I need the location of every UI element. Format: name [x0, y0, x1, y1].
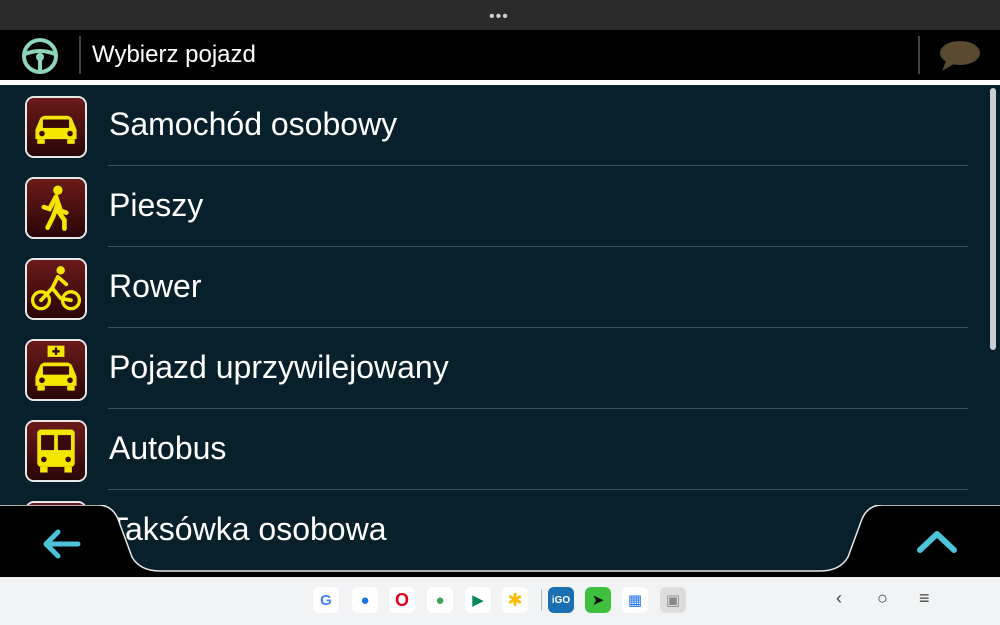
opera-app-icon[interactable]: O: [389, 587, 415, 613]
emergency-vehicle-icon: [25, 339, 87, 401]
android-taskbar: G ● O ● ▶ ✱ iGO ➤ ▦ ▣ ‹ ○ ≡: [0, 577, 1000, 625]
sygic-app-icon[interactable]: ➤: [585, 587, 611, 613]
play-store-app-icon[interactable]: ▶: [465, 587, 491, 613]
list-item-pedestrian[interactable]: Pieszy: [0, 166, 990, 247]
messages-app-icon[interactable]: ●: [352, 587, 378, 613]
back-arrow-icon[interactable]: [18, 520, 108, 568]
list-item-bus[interactable]: Autobus: [0, 409, 990, 490]
photos-app-icon[interactable]: ✱: [502, 587, 528, 613]
taskbar-divider: [541, 589, 542, 611]
header-divider: [918, 36, 920, 74]
system-status-bar: •••: [0, 0, 1000, 30]
nav-home-icon[interactable]: ○: [877, 588, 888, 609]
igo-app-icon[interactable]: iGO: [548, 587, 574, 613]
more-dots-icon[interactable]: •••: [489, 8, 509, 26]
list-item-emergency-vehicle[interactable]: Pojazd uprzywilejowany: [0, 328, 990, 409]
list-scrollbar[interactable]: [990, 88, 996, 350]
list-item-taxi[interactable]: Taksówka osobowa: [0, 490, 990, 571]
bicycle-icon: [25, 258, 87, 320]
vehicle-list: Samochód osobowy Pieszy Rower Pojazd upr…: [0, 85, 1000, 577]
list-item-bicycle[interactable]: Rower: [0, 247, 990, 328]
list-item-label: Rower: [109, 268, 202, 304]
speech-bubble-icon[interactable]: [936, 39, 982, 73]
page-title: Wybierz pojazd: [92, 41, 256, 68]
scroll-up-icon[interactable]: [900, 520, 980, 568]
list-item-label: Pieszy: [109, 187, 204, 223]
nav-recents-icon[interactable]: ≡: [919, 588, 930, 609]
list-item-label: Samochód osobowy: [109, 106, 398, 142]
nav-back-icon[interactable]: ‹: [836, 588, 842, 609]
files-app-icon[interactable]: ▦: [622, 587, 648, 613]
bus-icon: [25, 420, 87, 482]
steering-wheel-icon[interactable]: [20, 36, 60, 76]
app-header: Wybierz pojazd: [0, 30, 1000, 80]
header-divider: [79, 36, 81, 74]
list-item-label: Autobus: [109, 430, 227, 466]
app-drawer-icon[interactable]: ▣: [660, 587, 686, 613]
assistant-app-icon[interactable]: ●: [427, 587, 453, 613]
list-item-label: Taksówka osobowa: [109, 511, 387, 547]
car-icon: [25, 96, 87, 158]
pedestrian-icon: [25, 177, 87, 239]
google-app-icon[interactable]: G: [313, 587, 339, 613]
list-item-label: Pojazd uprzywilejowany: [109, 349, 449, 385]
list-item-car[interactable]: Samochód osobowy: [0, 85, 990, 166]
